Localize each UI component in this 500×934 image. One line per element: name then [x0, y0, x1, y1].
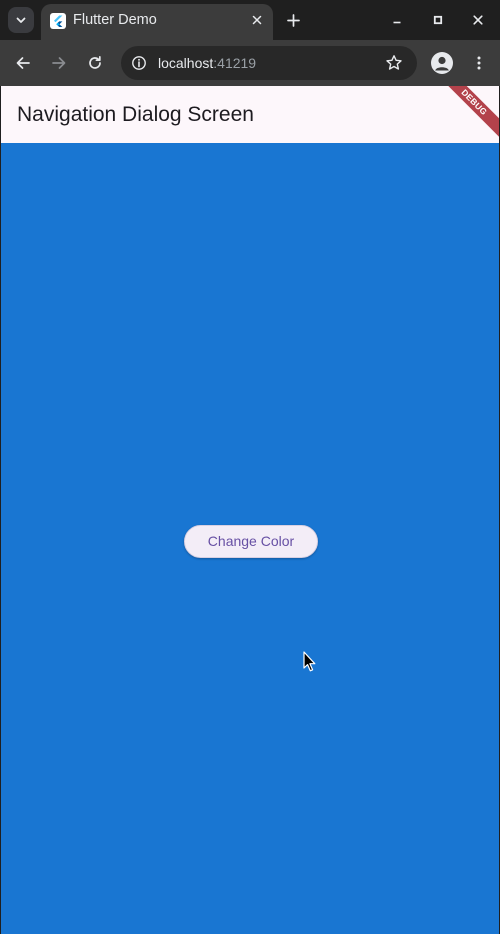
url-host: localhost [158, 55, 214, 71]
browser-menu-button[interactable] [467, 51, 491, 75]
tab-flutter-demo[interactable]: Flutter Demo [41, 4, 273, 40]
chevron-down-icon [16, 17, 26, 23]
star-icon[interactable] [385, 54, 403, 72]
info-icon[interactable] [131, 55, 147, 71]
tab-title: Flutter Demo [73, 12, 157, 28]
close-icon [473, 15, 483, 25]
person-icon [435, 56, 449, 71]
page-title: Navigation Dialog Screen [17, 103, 254, 126]
kebab-menu-icon [477, 56, 481, 70]
close-window-button[interactable] [468, 10, 488, 30]
tab-strip: Flutter Demo [0, 0, 500, 40]
close-icon [252, 15, 262, 25]
app-viewport: Navigation Dialog Screen DEBUG Change Co… [1, 86, 499, 934]
reload-icon [89, 55, 101, 69]
back-button[interactable] [11, 51, 35, 75]
new-tab-button[interactable] [282, 9, 304, 31]
minimize-icon [393, 21, 401, 24]
close-tab-button[interactable] [249, 12, 265, 28]
minimize-button[interactable] [387, 10, 407, 30]
url-text: localhost:41219 [158, 54, 256, 72]
change-color-button[interactable]: Change Color [184, 525, 318, 558]
app-bar: Navigation Dialog Screen [1, 86, 499, 143]
maximize-button[interactable] [428, 10, 448, 30]
maximize-icon [433, 15, 443, 25]
profile-button[interactable] [431, 52, 453, 74]
address-bar[interactable]: localhost:41219 [121, 46, 417, 80]
mouse-cursor-icon [303, 651, 316, 672]
arrow-left-icon [16, 57, 30, 69]
browser-toolbar: localhost:41219 [0, 40, 500, 86]
forward-button[interactable] [47, 51, 71, 75]
url-port: :41219 [213, 55, 257, 71]
tab-search-button[interactable] [8, 7, 34, 33]
flutter-logo-icon [50, 13, 66, 29]
arrow-right-icon [52, 57, 66, 69]
reload-button[interactable] [83, 51, 107, 75]
plus-icon [286, 13, 300, 27]
browser-window: Flutter Demo localhost:41219 Navigation … [0, 0, 500, 934]
